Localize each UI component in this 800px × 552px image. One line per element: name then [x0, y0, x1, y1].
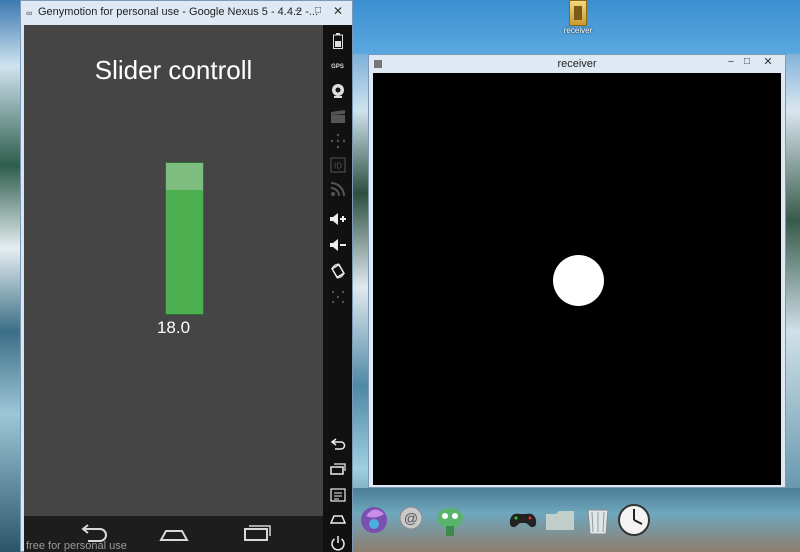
- desktop-icon-receiver[interactable]: receiver: [560, 0, 596, 40]
- receiver-titlebar[interactable]: receiver – □ ✕: [369, 55, 785, 73]
- volume-up-button[interactable]: [326, 209, 349, 229]
- volume-up-icon: [329, 213, 346, 225]
- mail-icon: @: [399, 506, 423, 530]
- app-file-icon: [569, 0, 587, 26]
- launcher-icon: [361, 507, 387, 533]
- rotate-button[interactable]: [326, 261, 349, 281]
- dock-recycle-bin[interactable]: [580, 500, 618, 540]
- dock-launcher[interactable]: [356, 500, 394, 540]
- battery-button[interactable]: [326, 31, 349, 51]
- svg-text:ID: ID: [334, 162, 342, 171]
- android-screen: Slider controll 18.0 free for personal u…: [24, 25, 323, 552]
- dock-gamepad[interactable]: [504, 500, 542, 540]
- dock-folder[interactable]: [542, 500, 580, 540]
- receiver-canvas: [373, 73, 781, 485]
- network-button[interactable]: [326, 179, 349, 199]
- slider-value-label: 18.0: [156, 318, 191, 337]
- close-button[interactable]: ✕: [330, 5, 346, 19]
- receiver-white-circle: [553, 255, 604, 306]
- power-icon: [330, 536, 345, 551]
- mascot-icon: [437, 508, 463, 536]
- wallpaper-middle: [352, 0, 368, 552]
- pixel-perfect-button[interactable]: [326, 287, 349, 307]
- screen-title: Slider controll: [94, 55, 253, 85]
- dock-clock[interactable]: [616, 500, 654, 540]
- genymotion-window: ∞ Genymotion for personal use - Google N…: [20, 0, 353, 552]
- rss-icon: [330, 182, 345, 197]
- folder-icon: [546, 511, 574, 530]
- gamepad-icon: [509, 513, 537, 528]
- vertical-slider[interactable]: [165, 162, 204, 315]
- rotate-icon: [330, 263, 345, 279]
- genymotion-toolbar: GPS ID: [323, 25, 352, 552]
- minimize-button[interactable]: –: [291, 5, 305, 19]
- watermark-text: free for personal use: [26, 540, 127, 552]
- android-recents-button[interactable]: [326, 459, 349, 479]
- clock-icon: [618, 504, 650, 536]
- receiver-minimize-button[interactable]: –: [725, 57, 737, 69]
- volume-down-icon: [329, 239, 346, 251]
- dpad-button[interactable]: [326, 131, 349, 151]
- battery-icon: [332, 33, 343, 49]
- android-menu-button[interactable]: [326, 485, 349, 505]
- android-back-button[interactable]: [326, 435, 349, 455]
- receiver-window-title: receiver: [557, 58, 597, 70]
- dock-mascot[interactable]: [432, 500, 470, 540]
- recycle-bin-icon: [587, 509, 609, 535]
- recent-apps-icon: [329, 463, 346, 475]
- dock-mail[interactable]: @: [394, 500, 432, 540]
- screencast-button[interactable]: [326, 107, 349, 127]
- maximize-button[interactable]: □: [311, 5, 325, 19]
- nav-home-button[interactable]: [157, 520, 191, 546]
- home-icon: [329, 515, 346, 524]
- home-icon: [159, 530, 189, 541]
- id-icon: ID: [330, 157, 345, 173]
- recents-icon: [244, 525, 271, 541]
- svg-text:@: @: [404, 510, 418, 526]
- wallpaper-right: [786, 0, 800, 552]
- volume-down-button[interactable]: [326, 235, 349, 255]
- camera-button[interactable]: [326, 81, 349, 101]
- receiver-window: receiver – □ ✕: [368, 54, 786, 488]
- back-icon: [330, 438, 345, 450]
- wallpaper-left: [0, 0, 22, 552]
- pixel-grid-icon: [331, 291, 344, 303]
- webcam-icon: [331, 84, 344, 98]
- gps-icon: GPS: [331, 64, 344, 70]
- menu-icon: [329, 488, 346, 502]
- receiver-close-button[interactable]: ✕: [761, 57, 775, 69]
- genymotion-window-title: Genymotion for personal use - Google Nex…: [38, 6, 319, 18]
- genymotion-titlebar[interactable]: ∞ Genymotion for personal use - Google N…: [21, 1, 352, 25]
- dpad-icon: [330, 133, 345, 149]
- slider-empty-track: [166, 163, 203, 190]
- receiver-maximize-button[interactable]: □: [741, 57, 753, 69]
- desktop-icon-label: receiver: [563, 26, 593, 35]
- nav-recents-button[interactable]: [239, 520, 273, 546]
- slider-fill: [166, 190, 203, 314]
- android-home-button[interactable]: [326, 509, 349, 529]
- gps-button[interactable]: GPS: [326, 57, 349, 77]
- genymotion-app-icon: ∞: [26, 8, 33, 18]
- clapper-icon: [330, 110, 345, 123]
- identifiers-button[interactable]: ID: [326, 155, 349, 175]
- power-button[interactable]: [326, 533, 349, 552]
